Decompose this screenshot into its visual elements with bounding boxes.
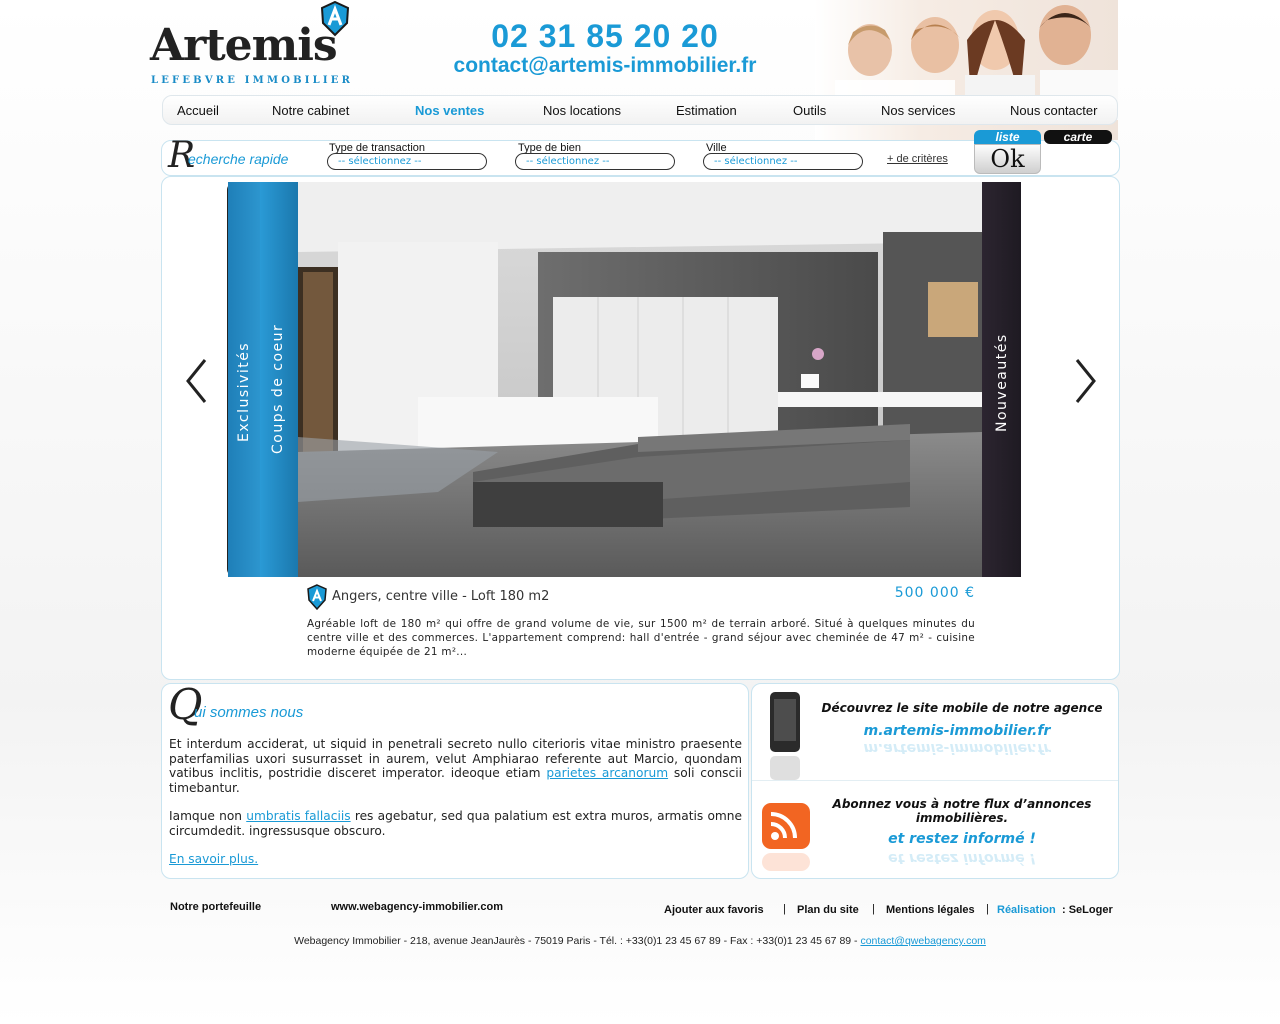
footer-address: Webagency Immobilier - 218, avenue JeanJ… xyxy=(160,935,1120,947)
contact-email[interactable]: contact@artemis-immobilier.fr xyxy=(420,54,790,78)
about-paragraph-2: Iamque non umbratis fallaciis res agebat… xyxy=(169,809,742,838)
promo-panel: Découvrez le site mobile de notre agence… xyxy=(751,683,1119,879)
nav-estimation[interactable]: Estimation xyxy=(676,103,737,118)
parietes-link[interactable]: parietes arcanorum xyxy=(546,766,668,780)
tab-nouveautes[interactable]: Nouveautés xyxy=(982,182,1021,577)
logo-subtitle: LEFEBVRE IMMOBILIER xyxy=(151,75,354,86)
property-type-select[interactable]: -- sélectionnez -- xyxy=(515,153,675,170)
transaction-type-select[interactable]: -- sélectionnez -- xyxy=(327,153,487,170)
main-nav: Accueil Notre cabinet Nos ventes Nos loc… xyxy=(162,95,1118,125)
rss-heading: Abonnez vous à notre flux d’annonces imm… xyxy=(832,797,1092,825)
about-p2-text-a: Iamque non xyxy=(169,809,247,823)
city-select[interactable]: -- sélectionnez -- xyxy=(703,153,863,170)
promo-divider xyxy=(752,780,1118,781)
ok-button[interactable]: Ok xyxy=(974,144,1041,174)
footer-separator: | xyxy=(783,903,786,915)
about-paragraph-1: Et interdum acciderat, ut siquid in pene… xyxy=(169,737,742,795)
tab-liste[interactable]: liste xyxy=(974,130,1041,144)
property-badge-icon xyxy=(307,584,327,610)
property-price: 500 000 € xyxy=(894,585,975,601)
sitemap-link[interactable]: Plan du site xyxy=(797,904,859,916)
more-criteria-link[interactable]: + de critères xyxy=(887,153,948,165)
legal-link[interactable]: Mentions légales xyxy=(886,904,975,916)
about-title: ui sommes nous xyxy=(194,704,304,721)
logo-badge-icon xyxy=(320,1,350,37)
prev-arrow-icon[interactable] xyxy=(183,358,211,404)
rss-cta-reflection: et restez informé ! xyxy=(888,850,1036,866)
mobile-site-heading: Découvrez le site mobile de notre agence xyxy=(821,701,1103,715)
nav-outils[interactable]: Outils xyxy=(793,103,826,118)
rss-icon[interactable] xyxy=(760,801,812,873)
nav-accueil[interactable]: Accueil xyxy=(177,103,219,118)
tab-coups-de-coeur-label: Coups de coeur xyxy=(270,323,286,454)
nav-nos-services[interactable]: Nos services xyxy=(881,103,955,118)
tab-exclusivites-label: Exclusivités xyxy=(236,341,252,442)
nav-notre-cabinet[interactable]: Notre cabinet xyxy=(272,103,349,118)
tab-exclusivites[interactable]: Exclusivités xyxy=(228,182,261,577)
agency-site-link[interactable]: www.webagency-immobilier.com xyxy=(331,901,503,913)
mobile-site-link[interactable]: m.artemis-immobilier.fr xyxy=(812,723,1102,739)
add-favorites-link[interactable]: Ajouter aux favoris xyxy=(664,904,764,916)
realisation-label: Réalisation xyxy=(997,904,1056,916)
tab-carte[interactable]: carte xyxy=(1044,130,1112,144)
property-description: Agréable loft de 180 m² qui offre de gra… xyxy=(307,618,975,658)
about-panel: Q ui sommes nous Et interdum acciderat, … xyxy=(161,680,749,879)
nav-nous-contacter[interactable]: Nous contacter xyxy=(1010,103,1097,118)
rss-subscribe-link[interactable]: et restez informé ! xyxy=(822,831,1102,847)
portfolio-link[interactable]: Notre portefeuille xyxy=(170,901,261,913)
mobile-site-link-reflection: m.artemis-immobilier.fr xyxy=(863,740,1051,756)
footer-separator: | xyxy=(986,903,989,915)
logo-wordmark: Artemis xyxy=(150,20,338,71)
smartphone-icon xyxy=(770,692,800,780)
address-text: Webagency Immobilier - 218, avenue JeanJ… xyxy=(294,935,861,947)
about-more: En savoir plus. xyxy=(169,852,742,867)
tab-coups-de-coeur[interactable]: Coups de coeur xyxy=(260,182,298,577)
footer-email-link[interactable]: contact@qwebagency.com xyxy=(860,935,985,947)
search-title: echerche rapide xyxy=(188,151,289,167)
property-title[interactable]: Angers, centre ville - Loft 180 m2 xyxy=(332,589,549,604)
next-arrow-icon[interactable] xyxy=(1071,358,1099,404)
tab-nouveautes-label: Nouveautés xyxy=(994,333,1010,432)
umbratis-link[interactable]: umbratis fallaciis xyxy=(246,809,350,823)
footer-separator: | xyxy=(872,903,875,915)
logo[interactable]: Artemis LEFEBVRE IMMOBILIER xyxy=(150,1,360,90)
phone-number: 02 31 85 20 20 xyxy=(491,18,719,54)
read-more-link[interactable]: En savoir plus. xyxy=(169,852,258,866)
nav-nos-ventes[interactable]: Nos ventes xyxy=(415,103,484,118)
nav-nos-locations[interactable]: Nos locations xyxy=(543,103,621,118)
property-photo[interactable] xyxy=(298,182,982,577)
realisation-credit[interactable]: : SeLoger xyxy=(1062,904,1113,916)
